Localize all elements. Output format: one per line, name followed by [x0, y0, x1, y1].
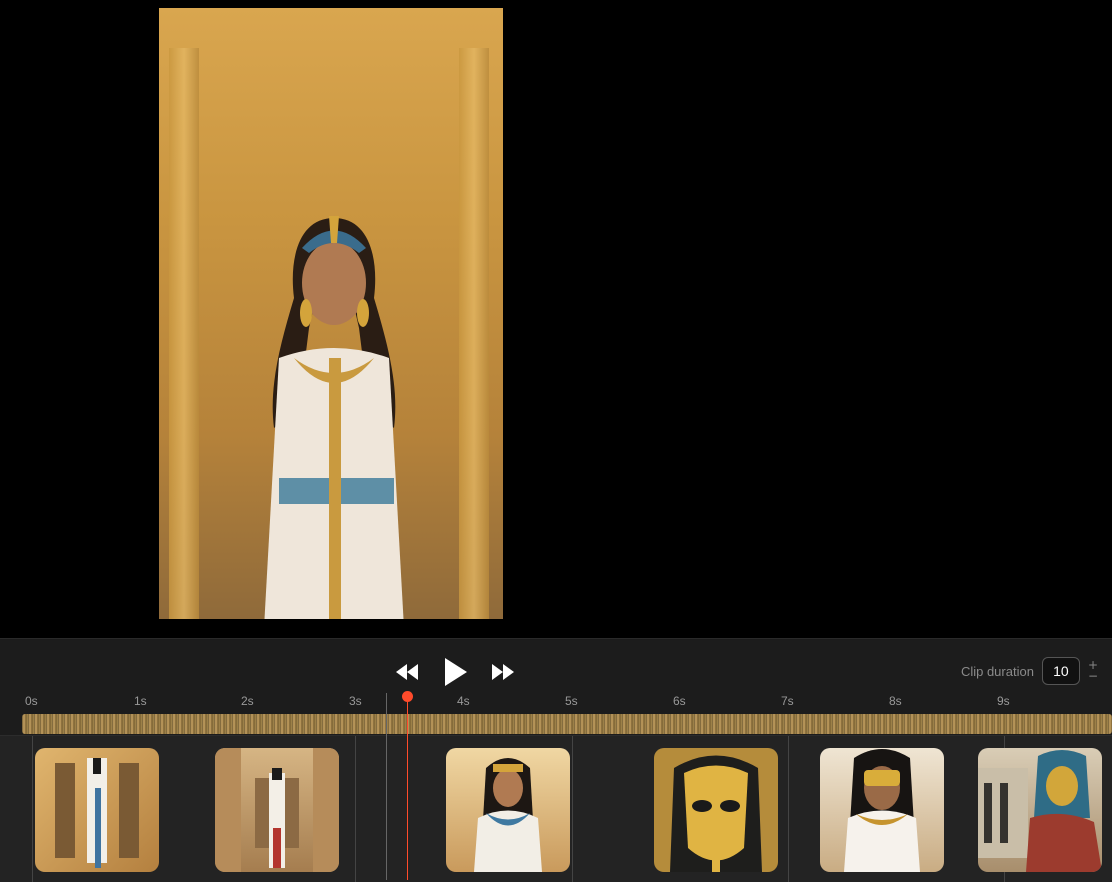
clip-separator — [572, 736, 573, 882]
time-ruler[interactable]: 0s 1s 2s 3s 4s 5s 6s 7s 8s 9s — [0, 694, 1112, 712]
woman-figure — [264, 216, 404, 619]
preview-image — [159, 8, 503, 619]
rewind-icon — [396, 664, 418, 680]
cleopatra-portrait-clip[interactable] — [446, 748, 570, 872]
play-button[interactable] — [438, 655, 472, 689]
golden-mask-clip[interactable] — [654, 748, 778, 872]
temple-queen-clip[interactable] — [215, 748, 339, 872]
ruler-tick: 4s — [457, 694, 470, 708]
decrease-icon[interactable]: − — [1088, 670, 1098, 682]
ruler-tick: 3s — [349, 694, 362, 708]
ruler-tick: 6s — [673, 694, 686, 708]
ruler-tick: 0s — [25, 694, 38, 708]
ruler-tick: 8s — [889, 694, 902, 708]
playhead-line[interactable] — [407, 693, 408, 880]
rewind-button[interactable] — [390, 655, 424, 689]
masked-man-temple-clip[interactable] — [978, 748, 1102, 872]
preview-area — [0, 0, 1112, 638]
ruler-tick: 1s — [134, 694, 147, 708]
timeline-panel: Clip duration 10 + − 0s 1s 2s 3s 4s 5s 6… — [0, 638, 1112, 882]
playhead-handle[interactable] — [402, 691, 413, 702]
audio-waveform[interactable] — [22, 714, 1112, 734]
clip-duration-input[interactable]: 10 — [1041, 657, 1080, 685]
golden-mask-woman-clip[interactable] — [820, 748, 944, 872]
clip-separator — [788, 736, 789, 882]
pharaoh-guards-clip[interactable] — [35, 748, 159, 872]
transport-controls — [390, 655, 520, 689]
ruler-tick: 5s — [565, 694, 578, 708]
fast-forward-button[interactable] — [486, 655, 520, 689]
clip-duration-stepper: + − — [1088, 659, 1098, 682]
ruler-tick: 7s — [781, 694, 794, 708]
ruler-tick: 2s — [241, 694, 254, 708]
clip-separator — [355, 736, 356, 882]
clip-duration-control: Clip duration 10 + − — [961, 657, 1098, 685]
fast-forward-icon — [492, 664, 514, 680]
play-icon — [445, 658, 467, 686]
hover-cursor-line — [386, 693, 387, 880]
clip-duration-label: Clip duration — [960, 663, 1034, 679]
clip-track — [0, 735, 1112, 882]
ruler-tick: 9s — [997, 694, 1010, 708]
clip-separator — [32, 736, 33, 882]
